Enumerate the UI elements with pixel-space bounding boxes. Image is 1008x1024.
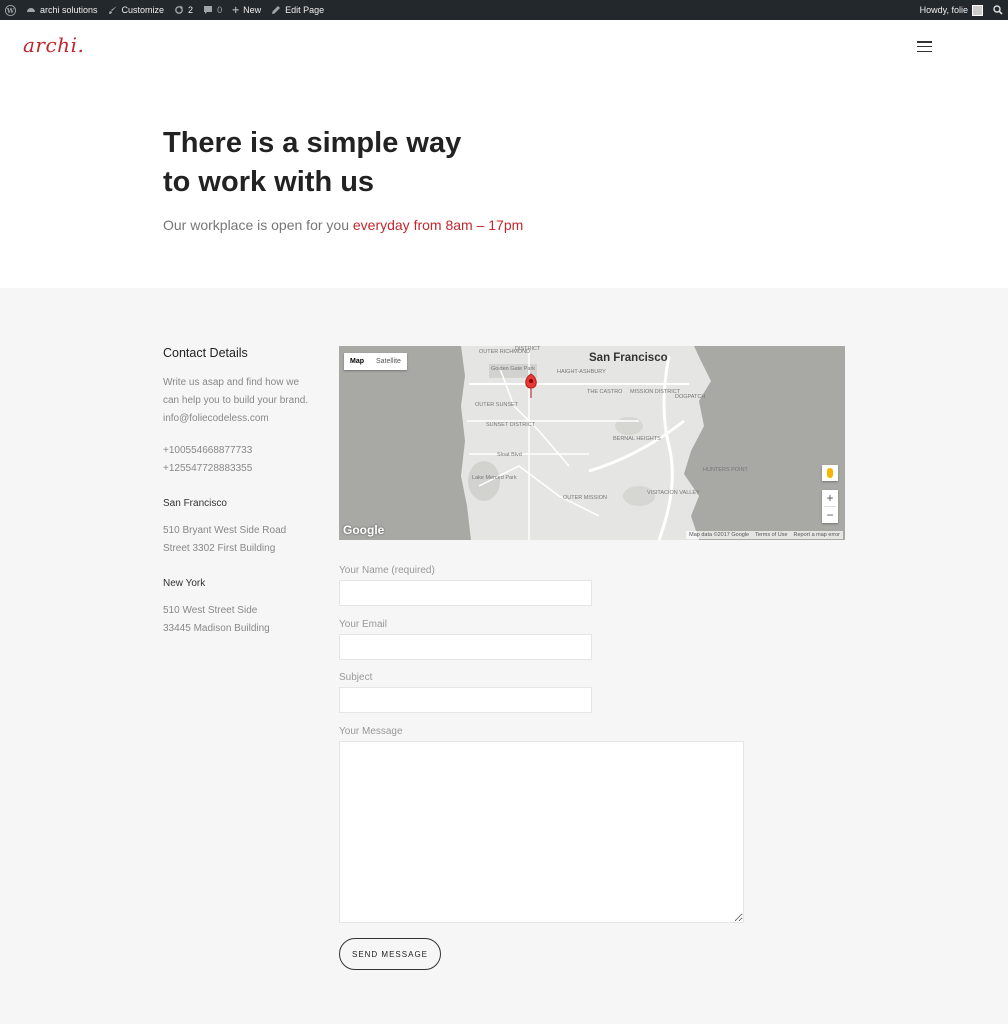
comment-icon <box>203 5 213 15</box>
email-field[interactable] <box>339 634 592 660</box>
contact-phone-2[interactable]: +125547728883355 <box>163 460 333 478</box>
site-header: archi. There is a simple way to work wit… <box>0 20 1008 288</box>
subject-field-label: Subject <box>339 672 373 683</box>
map-canvas <box>339 346 845 540</box>
message-field[interactable] <box>339 741 744 923</box>
map-label: OUTER MISSION <box>563 495 608 501</box>
updates-link[interactable]: 2 <box>169 0 198 20</box>
comments-link[interactable]: 0 <box>198 0 227 20</box>
map-label: MISSION DISTRICT <box>630 389 681 395</box>
map-city-label: San Francisco <box>589 352 668 364</box>
map-type-satellite-button[interactable]: Satellite <box>370 353 407 370</box>
office-ny-title: New York <box>163 578 206 589</box>
google-logo: Google <box>343 523 385 537</box>
new-label: New <box>243 5 262 15</box>
contact-details: Contact Details Write us asap and find h… <box>163 346 333 652</box>
svg-text:W: W <box>6 6 15 14</box>
message-field-label: Your Message <box>339 726 403 737</box>
contact-phone-1[interactable]: +100554668877733 <box>163 442 333 460</box>
contact-intro-line1: Write us asap and find how we <box>163 377 300 388</box>
subtitle-text: Our workplace is open for you <box>163 217 353 233</box>
edit-page-link[interactable]: Edit Page <box>266 0 329 20</box>
map-report-link[interactable]: Report a map error <box>794 532 840 538</box>
customize-link[interactable]: Customize <box>103 0 170 20</box>
subject-field[interactable] <box>339 687 592 713</box>
hamburger-icon-bar <box>917 45 932 48</box>
google-map[interactable]: Map Satellite San Francisco OUTER RICHMO… <box>339 346 845 540</box>
map-label: BERNAL HEIGHTS <box>613 436 661 442</box>
office-ny-line2: 33445 Madison Building <box>163 623 270 634</box>
search-icon <box>993 5 1003 15</box>
site-logo[interactable]: archi. <box>23 33 84 57</box>
customize-label: Customize <box>121 5 165 15</box>
map-terms-link[interactable]: Terms of Use <box>755 532 787 538</box>
hamburger-icon-bar <box>917 50 932 52</box>
name-field[interactable] <box>339 580 592 606</box>
office-sf-line2: Street 3302 First Building <box>163 543 276 554</box>
hamburger-icon-bar <box>917 41 932 43</box>
refresh-icon <box>174 5 184 15</box>
map-label: SUNSET DISTRICT <box>486 422 536 428</box>
dashboard-icon <box>26 5 36 15</box>
contact-intro-line2: can help you to build your brand. <box>163 395 309 406</box>
map-data-credit: Map data ©2017 Google <box>689 532 750 538</box>
email-field-label: Your Email <box>339 619 387 630</box>
zoom-control: + − <box>822 490 838 523</box>
edit-page-label: Edit Page <box>285 5 325 15</box>
contact-heading: Contact Details <box>163 346 248 360</box>
map-label: Lake Merced Park <box>472 475 517 481</box>
name-field-label: Your Name (required) <box>339 565 435 576</box>
page-title-line2: to work with us <box>163 166 375 198</box>
wordpress-menu[interactable]: W <box>0 0 21 20</box>
map-label: VISITACION VALLEY <box>647 490 700 496</box>
page-title: There is a simple way to work with us <box>163 124 563 202</box>
site-name-link[interactable]: archi solutions <box>21 0 103 20</box>
map-label: OUTER SUNSET <box>475 402 519 408</box>
office-sf-line1: 510 Bryant West Side Road <box>163 525 287 536</box>
plus-icon: + <box>232 3 240 17</box>
map-type-control: Map Satellite <box>344 353 407 370</box>
zoom-in-button[interactable]: + <box>822 490 838 506</box>
site-name: archi solutions <box>40 5 98 15</box>
comments-count: 0 <box>217 5 223 15</box>
wordpress-icon: W <box>5 4 16 16</box>
zoom-out-button[interactable]: − <box>822 507 838 523</box>
office-sf-title: San Francisco <box>163 498 227 509</box>
admin-search-button[interactable] <box>988 0 1008 20</box>
map-label: HUNTERS POINT <box>703 467 748 473</box>
menu-toggle-button[interactable] <box>917 41 932 52</box>
updates-count: 2 <box>188 5 194 15</box>
map-label: DOGPATCH <box>675 394 706 400</box>
page-subtitle: Our workplace is open for you everyday f… <box>163 217 523 233</box>
avatar <box>972 4 983 16</box>
pencil-icon <box>271 5 281 15</box>
pegman-icon[interactable] <box>822 465 838 481</box>
map-label: Golden Gate Park <box>491 366 536 372</box>
contact-email[interactable]: info@foliecodeless.com <box>163 410 333 428</box>
howdy-label: Howdy, folie <box>919 5 968 15</box>
map-label: THE CASTRO <box>587 389 623 395</box>
page-title-line1: There is a simple way <box>163 127 462 159</box>
admin-bar: W archi solutions Customize 2 0 + New Ed… <box>0 0 1008 20</box>
map-label: Sloat Blvd <box>497 452 522 458</box>
send-message-button[interactable]: SEND MESSAGE <box>339 938 441 970</box>
paintbrush-icon <box>108 5 118 15</box>
subtitle-hours: everyday from 8am – 17pm <box>352 217 524 233</box>
map-type-map-button[interactable]: Map <box>344 353 370 370</box>
map-label: DISTRICT <box>515 346 541 352</box>
map-attribution: Map data ©2017 Google Terms of Use Repor… <box>686 531 843 539</box>
contact-section: Contact Details Write us asap and find h… <box>0 288 1008 1024</box>
new-content-link[interactable]: + New <box>227 0 266 20</box>
map-label: HAIGHT-ASHBURY <box>557 369 606 375</box>
office-ny-line1: 510 West Street Side <box>163 605 258 616</box>
my-account-link[interactable]: Howdy, folie <box>915 0 988 20</box>
